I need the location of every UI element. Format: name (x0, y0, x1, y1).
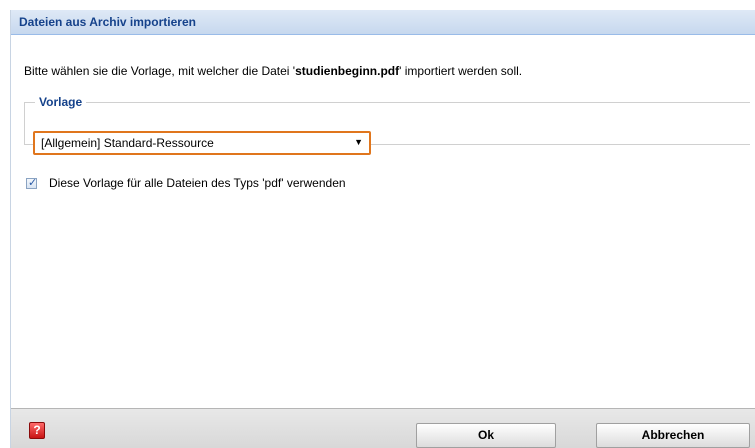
ok-button[interactable]: Ok (416, 423, 556, 448)
dialog-title: Dateien aus Archiv importieren (19, 15, 196, 29)
apply-all-checkbox[interactable]: ✓ (26, 176, 38, 189)
cancel-button[interactable]: Abbrechen (596, 423, 750, 448)
vorlage-select[interactable]: [Allgemein] Standard-Ressource ▼ (33, 131, 371, 155)
triangle-down-icon[interactable]: ▼ (354, 137, 363, 147)
dialog-titlebar[interactable]: Dateien aus Archiv importieren (11, 10, 755, 35)
apply-all-checkbox-label[interactable]: Diese Vorlage für alle Dateien des Typs … (49, 176, 346, 190)
vorlage-select-value: [Allgemein] Standard-Ressource (41, 136, 214, 150)
vorlage-legend: Vorlage (39, 95, 83, 109)
help-question-icon[interactable]: ? (29, 422, 45, 439)
import-dialog: Dateien aus Archiv importieren Bitte wäh… (10, 10, 755, 448)
instruction-suffix: ' importiert werden soll. (399, 64, 523, 78)
instruction-filename: studienbeginn.pdf (295, 64, 400, 78)
checkmark-icon: ✓ (28, 176, 38, 189)
apply-all-checkbox-row[interactable]: ✓ Diese Vorlage für alle Dateien des Typ… (26, 175, 346, 191)
dialog-footer: ? Ok Abbrechen (11, 408, 755, 448)
vorlage-fieldset: Vorlage [Allgemein] Standard-Ressource ▼ (24, 95, 750, 155)
instruction-prefix: Bitte wählen sie die Vorlage, mit welche… (24, 64, 296, 78)
instruction-text: Bitte wählen sie die Vorlage, mit welche… (24, 64, 522, 78)
